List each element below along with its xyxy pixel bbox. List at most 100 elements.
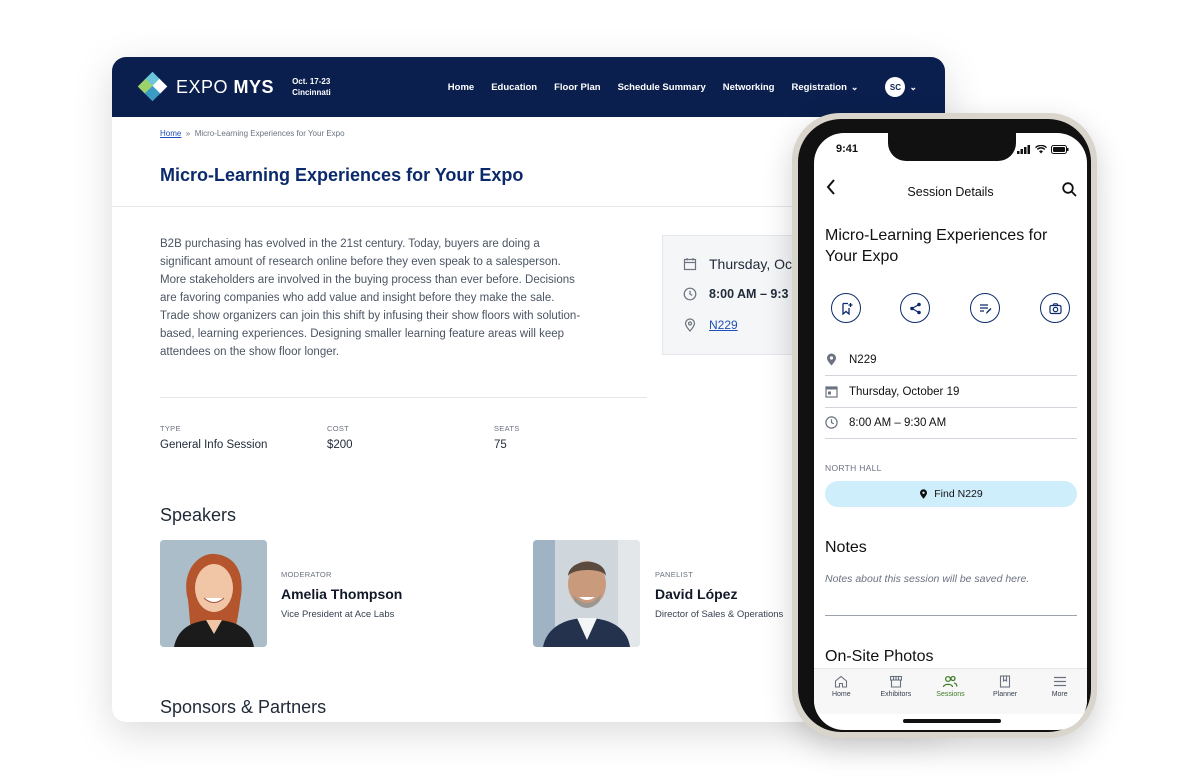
speaker-role: MODERATOR [281,570,332,579]
nav-home[interactable]: Home [448,82,474,93]
info-time: 8:00 AM – 9:3 [709,287,789,301]
mobile-time-row: 8:00 AM – 9:30 AM [825,407,1077,439]
home-indicator [903,719,1001,723]
camera-icon [1048,302,1062,314]
speaker-portrait [160,540,267,647]
brand-name[interactable]: EXPO MYS [176,77,274,98]
camera-button[interactable] [1040,293,1070,323]
tab-label: Planner [993,691,1018,698]
top-navigation: EXPO MYS Oct. 17-23 Cincinnati Home Educ… [112,57,945,117]
info-date: Thursday, Oct [709,256,796,272]
speaker-name[interactable]: David López [655,586,737,602]
speaker-portrait [533,540,640,647]
search-icon[interactable] [1062,182,1077,202]
calendar-icon [683,258,697,271]
hall-label: NORTH HALL [825,463,882,473]
tab-exhibitors[interactable]: Exhibitors [869,669,924,714]
tab-label: Sessions [936,691,965,698]
meta-type-label: TYPE [160,424,181,433]
nav-schedule-summary[interactable]: Schedule Summary [618,82,706,93]
notes-input[interactable]: Notes about this session will be saved h… [825,571,1045,588]
meta-type-value: General Info Session [160,439,268,451]
event-dates-line: Oct. 17-23 [292,77,331,86]
chevron-down-icon: ⌄ [850,81,859,92]
speaker-photo-david[interactable] [533,540,640,647]
brand-light: EXPO [176,76,229,97]
bookmark-add-button[interactable] [831,293,861,323]
speakers-heading: Speakers [160,505,237,525]
app-bar-title: Session Details [907,185,994,199]
bookmark-add-icon [841,302,852,315]
add-note-button[interactable] [970,293,1000,323]
phone-notch [888,133,1016,161]
clock-icon [683,287,697,301]
tab-label: Exhibitors [880,691,912,698]
nav-floor-plan[interactable]: Floor Plan [554,82,600,93]
user-menu[interactable]: SC ⌄ [875,77,917,97]
battery-icon [1051,145,1069,154]
tab-label: More [1051,691,1068,698]
tab-more[interactable]: More [1032,669,1087,714]
tab-sessions[interactable]: Sessions [923,669,978,714]
tab-home[interactable]: Home [814,669,869,714]
speaker-title: Vice President at Ace Labs [281,609,395,620]
divider [160,397,647,398]
page-title: Micro-Learning Experiences for Your Expo [160,165,524,185]
bottom-tab-bar: Home Exhibitors Sessions Planner More [814,668,1087,714]
meta-seats: SEATS 75 [494,424,520,451]
speaker-photo-amelia[interactable] [160,540,267,647]
meta-cost-label: COST [327,424,350,433]
signal-icon [1017,145,1030,154]
storefront-icon [889,675,902,688]
location-pin-icon [684,318,696,332]
status-time: 9:41 [836,143,859,155]
session-description: B2B purchasing has evolved in the 21st c… [160,238,581,358]
phone-screen: 9:41 Session Details Micro-Learning Expe… [814,133,1087,730]
sponsors-heading: Sponsors & Partners [160,697,327,717]
room-link[interactable]: N229 [709,318,738,332]
event-city: Cincinnati [292,88,331,97]
meta-cost-value: $200 [327,439,353,451]
nav-networking[interactable]: Networking [723,82,775,93]
menu-icon [1053,676,1066,687]
notes-heading: Notes [825,539,867,556]
mobile-room: N229 [849,353,877,366]
mobile-time-range: 8:00 AM – 9:30 AM [849,416,947,429]
mobile-date: Thursday, October 19 [849,385,960,398]
status-icons [1017,145,1069,154]
clock-icon [825,416,838,429]
chevron-down-icon: ⌄ [909,81,917,92]
phone-mockup: 9:41 Session Details Micro-Learning Expe… [792,113,1097,738]
logo-icon[interactable] [137,71,168,102]
mobile-date-row: Thursday, October 19 [825,376,1077,408]
share-icon [909,302,921,314]
meta-seats-value: 75 [494,439,507,451]
phone-bezel: 9:41 Session Details Micro-Learning Expe… [798,119,1091,732]
note-edit-icon [979,303,991,314]
avatar: SC [885,77,906,97]
mobile-session-title: Micro-Learning Experiences for Your Expo [825,227,1048,265]
breadcrumb-separator: » [185,129,191,138]
brand-bold: MYS [233,76,275,97]
mobile-room-row[interactable]: N229 [825,344,1077,376]
nav-registration[interactable]: Registration ⌄ [791,82,858,93]
event-dates: Oct. 17-23 Cincinnati [292,76,331,98]
info-time-row: 8:00 AM – 9:3 [683,287,788,301]
meta-cost: COST $200 [327,424,353,451]
meta-seats-label: SEATS [494,424,520,433]
breadcrumb-home-link[interactable]: Home [160,129,181,138]
home-icon [835,675,848,688]
find-room-button[interactable]: Find N229 [825,481,1077,507]
speaker-name[interactable]: Amelia Thompson [281,586,402,602]
nav-education[interactable]: Education [491,82,537,93]
tab-label: Home [831,691,851,698]
people-icon [943,675,958,688]
nav-links: Home Education Floor Plan Schedule Summa… [448,77,917,97]
speaker-title: Director of Sales & Operations [655,609,784,620]
share-button[interactable] [900,293,930,323]
nav-registration-label: Registration [791,81,847,93]
location-pin-icon [920,489,928,499]
calendar-icon [825,386,838,398]
tab-planner[interactable]: Planner [978,669,1033,714]
info-date-row: Thursday, Oct [683,256,796,272]
